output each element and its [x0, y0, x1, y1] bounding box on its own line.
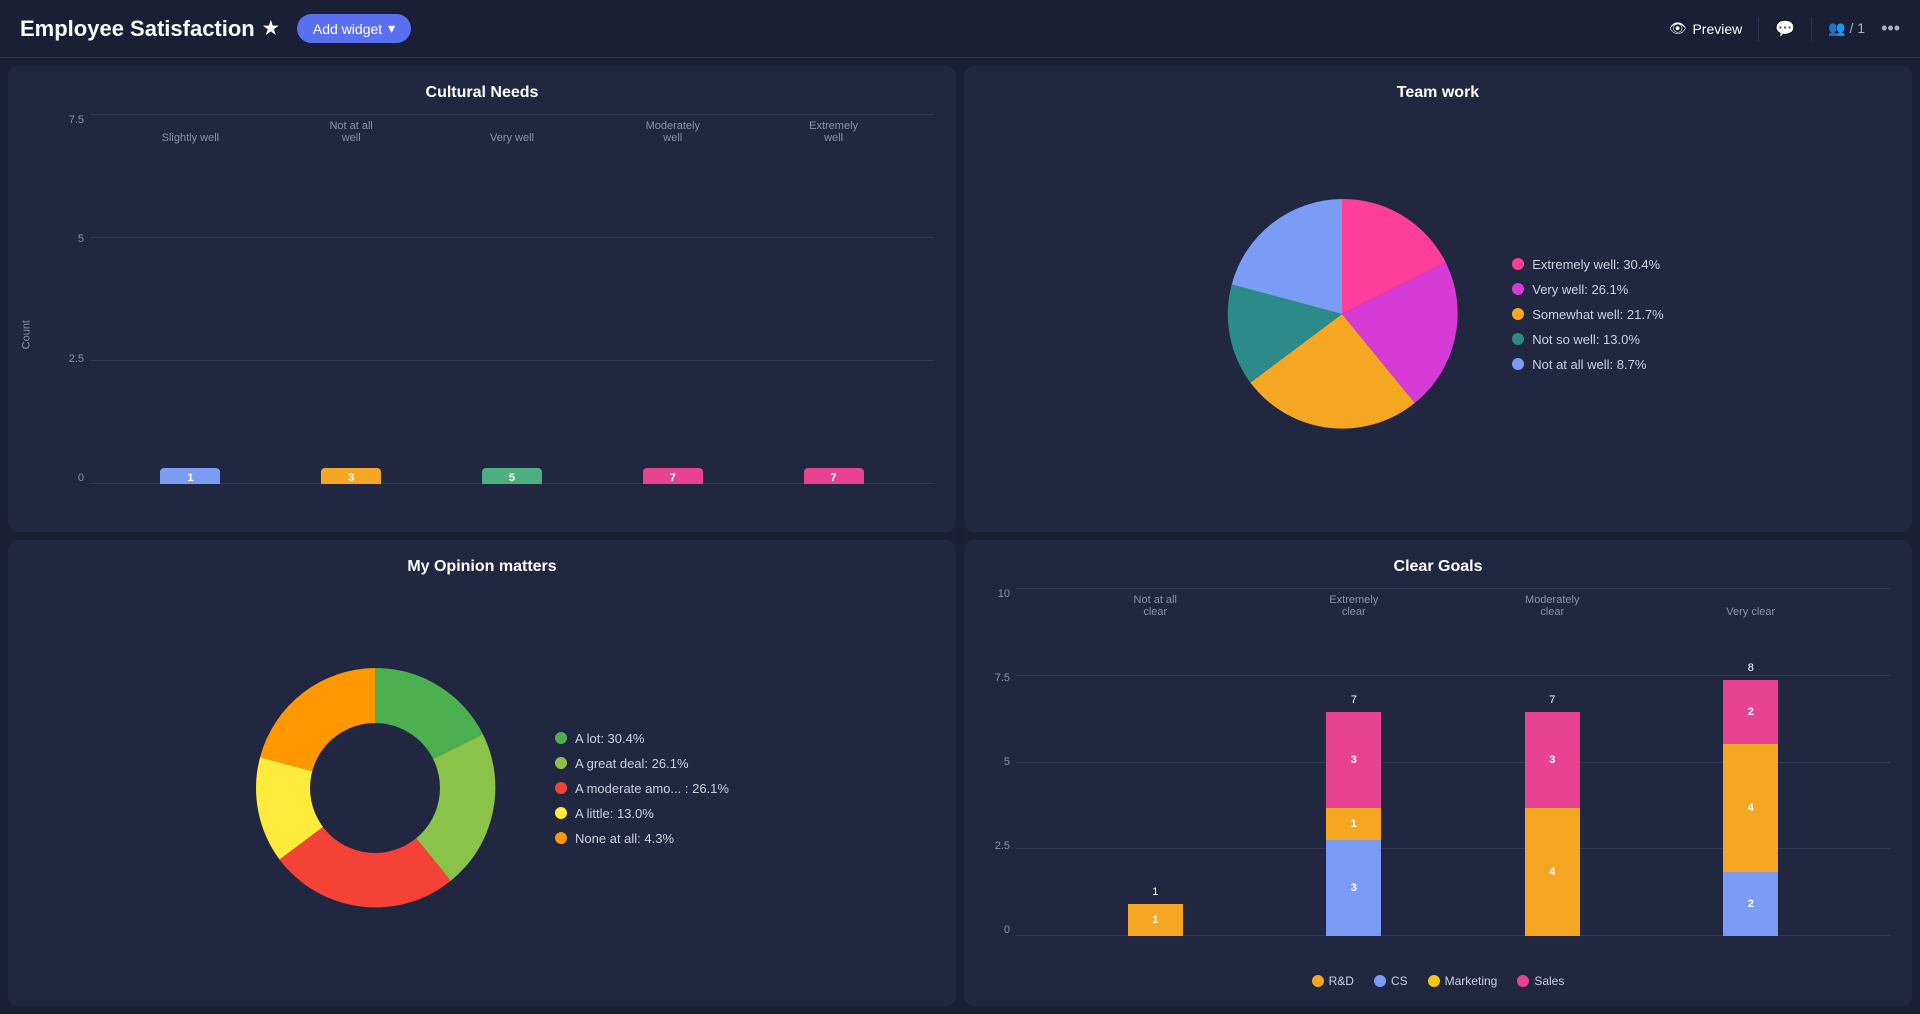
- segment-sales: 3: [1525, 712, 1580, 808]
- y-axis-label: Count: [21, 320, 33, 349]
- segment-cs: 2: [1723, 872, 1778, 936]
- legend-item-somewhat-well: Somewhat well: 21.7%: [1512, 307, 1664, 322]
- legend-item-a-great-deal: A great deal: 26.1%: [555, 756, 729, 771]
- legend-dot: [555, 832, 567, 844]
- bar-group-extremely-well: 7: [804, 468, 864, 484]
- segment-sales: 2: [1723, 680, 1778, 744]
- total-label: 7: [1549, 694, 1555, 706]
- user-icon: 👥: [1828, 20, 1845, 36]
- stacked-bars-inner: 1 1 3 1 3 7 4 3: [1016, 588, 1890, 966]
- segment-rd: 1: [1128, 904, 1183, 936]
- stacked-y-axis: 10 7.5 5 2.5 0: [986, 588, 1016, 966]
- total-label: 1: [1152, 886, 1158, 898]
- legend-item-cs: CS: [1374, 974, 1408, 988]
- bar-extremely-well: 7: [804, 468, 864, 484]
- legend-item-a-lot: A lot: 30.4%: [555, 731, 729, 746]
- more-options-button[interactable]: •••: [1881, 18, 1900, 39]
- cultural-needs-chart: Count 7.5 5 2.5 0: [30, 114, 934, 514]
- legend-item-extremely-well: Extremely well: 30.4%: [1512, 257, 1664, 272]
- team-work-title: Team work: [986, 84, 1890, 102]
- clear-goals-legend: R&D CS Marketing Sales: [986, 974, 1890, 988]
- total-label: 7: [1351, 694, 1357, 706]
- bar-group-not-at-all-well: 3: [321, 468, 381, 484]
- team-work-pie-chart: [1212, 184, 1472, 444]
- segment-marketing: 1: [1326, 808, 1381, 840]
- cultural-needs-title: Cultural Needs: [30, 84, 934, 102]
- stacked-bar-extremely-clear: 3 1 3 7: [1326, 712, 1381, 936]
- my-opinion-widget: My Opinion matters A lot: 30.4%: [8, 540, 956, 1006]
- legend-item-not-at-all-well: Not at all well: 8.7%: [1512, 357, 1664, 372]
- legend-dot: [1512, 258, 1524, 270]
- legend-item-a-little: A little: 13.0%: [555, 806, 729, 821]
- legend-item-none-at-all: None at all: 4.3%: [555, 831, 729, 846]
- stacked-bars-area: 10 7.5 5 2.5 0: [986, 588, 1890, 966]
- comment-icon[interactable]: 💬: [1775, 19, 1795, 39]
- preview-label: Preview: [1692, 21, 1742, 37]
- user-count: 👥 / 1: [1828, 20, 1865, 37]
- bar-group-slightly-well: 1: [160, 468, 220, 484]
- bars-row: 1 3 5 7 7: [90, 114, 934, 484]
- my-opinion-chart-section: A lot: 30.4% A great deal: 26.1% A moder…: [30, 588, 934, 988]
- add-widget-label: Add widget: [313, 21, 382, 37]
- segment-sales: 3: [1326, 712, 1381, 808]
- legend-item-a-moderate-amount: A moderate amo... : 26.1%: [555, 781, 729, 796]
- legend-item-very-well: Very well: 26.1%: [1512, 282, 1664, 297]
- legend-dot-cs: [1374, 975, 1386, 987]
- add-widget-button[interactable]: Add widget ▾: [297, 14, 411, 43]
- star-icon[interactable]: ★: [263, 18, 279, 39]
- header: Employee Satisfaction ★ Add widget ▾ 👁 P…: [0, 0, 1920, 58]
- eye-icon: 👁: [1669, 20, 1687, 37]
- separator2: [1811, 17, 1812, 41]
- legend-item-rd: R&D: [1312, 974, 1354, 988]
- preview-button[interactable]: 👁 Preview: [1669, 20, 1743, 37]
- total-label: 8: [1748, 662, 1754, 674]
- legend-item-sales: Sales: [1517, 974, 1564, 988]
- legend-dot-sales: [1517, 975, 1529, 987]
- segment-cs: 3: [1326, 840, 1381, 936]
- my-opinion-donut-chart: [235, 648, 515, 928]
- bar-not-at-all-well: 3: [321, 468, 381, 484]
- legend-dot: [1512, 283, 1524, 295]
- header-right: 👁 Preview 💬 👥 / 1 •••: [1669, 17, 1900, 41]
- legend-dot: [555, 782, 567, 794]
- cultural-needs-widget: Cultural Needs Count 7.5 5 2.5 0: [8, 66, 956, 532]
- legend-item-marketing: Marketing: [1428, 974, 1498, 988]
- stacked-bar-moderately-clear: 4 3 7: [1525, 712, 1580, 936]
- bar-group-moderately-well: 7: [643, 468, 703, 484]
- stacked-bar-very-clear: 2 4 2 8: [1723, 680, 1778, 936]
- my-opinion-legend: A lot: 30.4% A great deal: 26.1% A moder…: [555, 731, 729, 846]
- legend-dot-marketing: [1428, 975, 1440, 987]
- bar-group-very-well: 5: [482, 468, 542, 484]
- team-work-chart-section: Extremely well: 30.4% Very well: 26.1% S…: [986, 114, 1890, 514]
- clear-goals-widget: Clear Goals 10 7.5 5 2.5 0: [964, 540, 1912, 1006]
- legend-item-not-so-well: Not so well: 13.0%: [1512, 332, 1664, 347]
- stacked-bar-not-at-all-clear: 1 1: [1128, 904, 1183, 936]
- y-axis: 7.5 5 2.5 0: [60, 114, 90, 514]
- clear-goals-title: Clear Goals: [986, 558, 1890, 576]
- legend-dot: [1512, 308, 1524, 320]
- bar-slightly-well: 1: [160, 468, 220, 484]
- dashboard: Cultural Needs Count 7.5 5 2.5 0: [0, 58, 1920, 1014]
- clear-goals-chart: 10 7.5 5 2.5 0: [986, 588, 1890, 988]
- segment-marketing: 4: [1723, 744, 1778, 872]
- bar-very-well: 5: [482, 468, 542, 484]
- page-title: Employee Satisfaction ★: [20, 16, 279, 42]
- legend-dot-rd: [1312, 975, 1324, 987]
- title-text: Employee Satisfaction: [20, 16, 255, 42]
- bars-area: 1 3 5 7 7: [90, 114, 934, 514]
- separator: [1758, 17, 1759, 41]
- stacked-bars-row: 1 1 3 1 3 7 4 3: [1016, 588, 1890, 936]
- segment-marketing: 4: [1525, 808, 1580, 936]
- team-work-widget: Team work Extremely well: 30.4%: [964, 66, 1912, 532]
- my-opinion-title: My Opinion matters: [30, 558, 934, 576]
- legend-dot: [555, 732, 567, 744]
- legend-dot: [555, 807, 567, 819]
- bar-moderately-well: 7: [643, 468, 703, 484]
- team-work-legend: Extremely well: 30.4% Very well: 26.1% S…: [1512, 257, 1664, 372]
- legend-dot: [1512, 358, 1524, 370]
- legend-dot: [1512, 333, 1524, 345]
- chevron-down-icon: ▾: [388, 20, 395, 37]
- legend-dot: [555, 757, 567, 769]
